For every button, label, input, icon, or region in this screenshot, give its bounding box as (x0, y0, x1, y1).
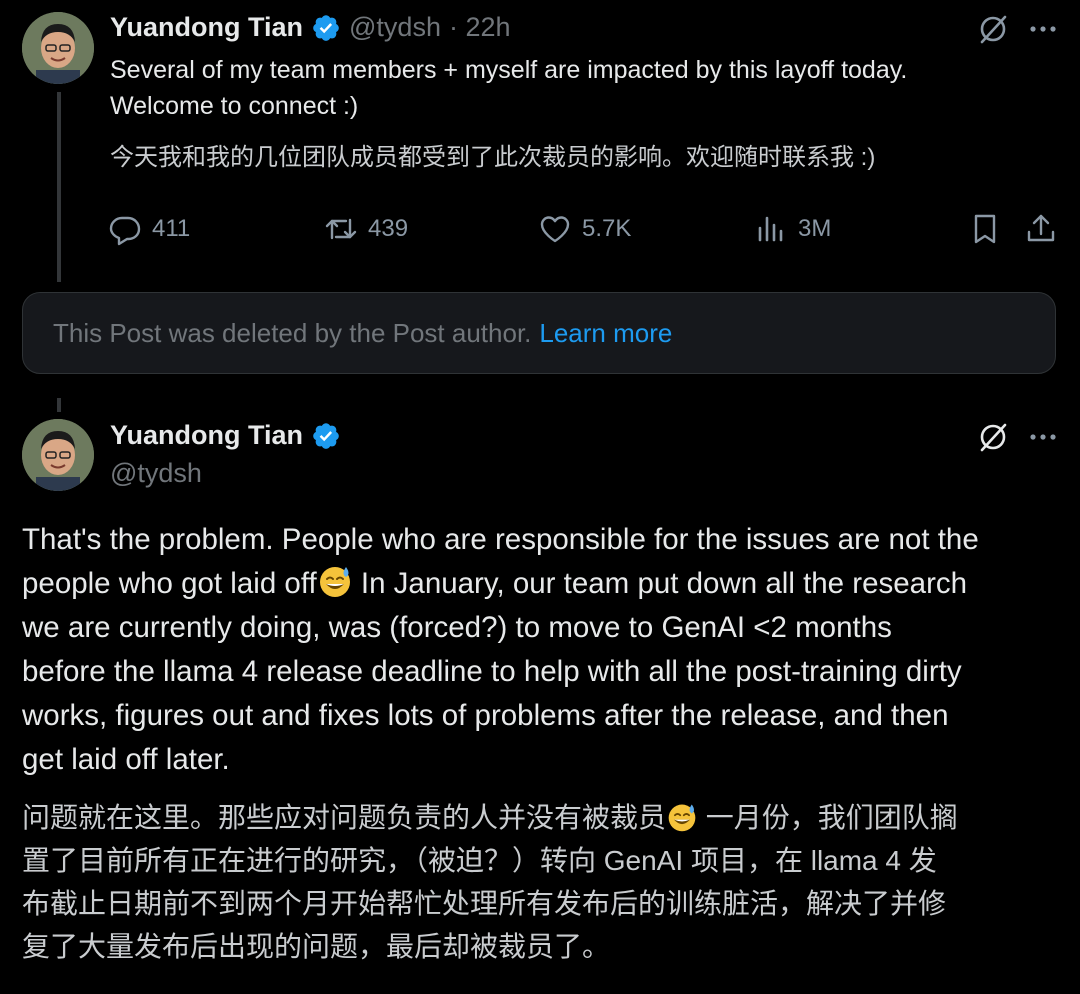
sweat-smile-emoji (319, 567, 350, 597)
repost-count: 439 (368, 215, 409, 242)
tweet-text-zh: 问题就在这里。那些应对问题负责的人并没有被裁员 一月份，我们团队搁 置了目前所有… (22, 796, 1072, 968)
tweet-text-line: Several of my team members + myself are … (110, 56, 908, 84)
more-icon[interactable] (1026, 420, 1060, 454)
tweet-text-line: 布截止日期前不到两个月开始帮忙处理所有发布后的训练脏活，解决了并修 (22, 888, 947, 919)
reply-icon (109, 216, 141, 246)
sweat-smile-emoji (668, 804, 696, 832)
deleted-notice-text: This Post was deleted by the Post author… (53, 317, 532, 348)
post-time[interactable]: · 22h (449, 12, 511, 43)
tweet-header: Yuandong Tian @tydsh · 22h (110, 12, 511, 43)
tweet-text-line: That's the problem. People who are respo… (22, 523, 979, 556)
author-handle[interactable]: @tydsh (349, 12, 441, 43)
avatar[interactable] (22, 419, 94, 491)
thread-line (57, 92, 61, 282)
tweet-text-line: 复了大量发布后出现的问题，最后却被裁员了。 (22, 931, 611, 962)
like-icon (540, 216, 570, 243)
tweet-text-segment: 一月份，我们团队搁 (698, 802, 958, 833)
share-button[interactable] (1024, 212, 1058, 246)
tweet-text-segment: 问题就在这里。那些应对问题负责的人并没有被裁员 (22, 802, 667, 833)
tweet-text-line: works, figures out and fixes lots of pro… (22, 699, 949, 732)
avatar[interactable] (22, 12, 94, 84)
share-icon (1027, 214, 1055, 242)
author-name[interactable]: Yuandong Tian (110, 420, 303, 451)
tweet-text-segment: people who got laid off (22, 567, 317, 600)
tweet-text-line: 置了目前所有正在进行的研究，（被迫？）转向 GenAI 项目，在 llama 4… (22, 845, 937, 876)
bookmark-icon (974, 214, 996, 244)
tweet-text-line: we are currently doing, was (forced?) to… (22, 611, 892, 644)
grok-icon[interactable] (976, 420, 1010, 454)
repost-button[interactable]: 439 (324, 212, 408, 246)
author-handle[interactable]: @tydsh (110, 458, 202, 489)
views-button[interactable]: 3M (754, 212, 831, 246)
author-name[interactable]: Yuandong Tian (110, 12, 303, 43)
verified-badge-icon (313, 422, 339, 449)
tweet-header: Yuandong Tian (110, 420, 341, 451)
like-button[interactable]: 5.7K (538, 212, 631, 246)
bookmark-button[interactable] (968, 212, 1002, 246)
tweet-text-segment: In January, our team put down all the re… (352, 567, 968, 600)
reply-button[interactable]: 411 (108, 212, 190, 246)
repost-icon (325, 218, 357, 240)
reply-count: 411 (152, 215, 191, 242)
tweet-text-line: before the llama 4 release deadline to h… (22, 655, 962, 688)
deleted-post-notice: This Post was deleted by the Post author… (22, 292, 1056, 374)
like-count: 5.7K (582, 215, 632, 242)
tweet-text-line: Welcome to connect :) (110, 92, 359, 120)
views-count: 3M (798, 215, 832, 242)
tweet-text-line: 问题就在这里。那些应对问题负责的人并没有被裁员 一月份，我们团队搁 (22, 796, 1072, 839)
views-icon (758, 216, 783, 242)
learn-more-link[interactable]: Learn more (539, 318, 672, 349)
thread-line (57, 398, 61, 412)
tweet-text: Several of my team members + myself are … (110, 52, 1060, 124)
tweet-text: That's the problem. People who are respo… (22, 518, 1072, 782)
tweet-text-zh: 今天我和我的几位团队成员都受到了此次裁员的影响。欢迎随时联系我 :) (110, 144, 876, 171)
tweet-text-line: get laid off later. (22, 743, 230, 776)
verified-badge-icon (313, 14, 339, 41)
more-icon[interactable] (1026, 12, 1060, 46)
grok-icon[interactable] (976, 12, 1010, 46)
tweet-text-line: people who got laid off In January, our … (22, 562, 1072, 606)
